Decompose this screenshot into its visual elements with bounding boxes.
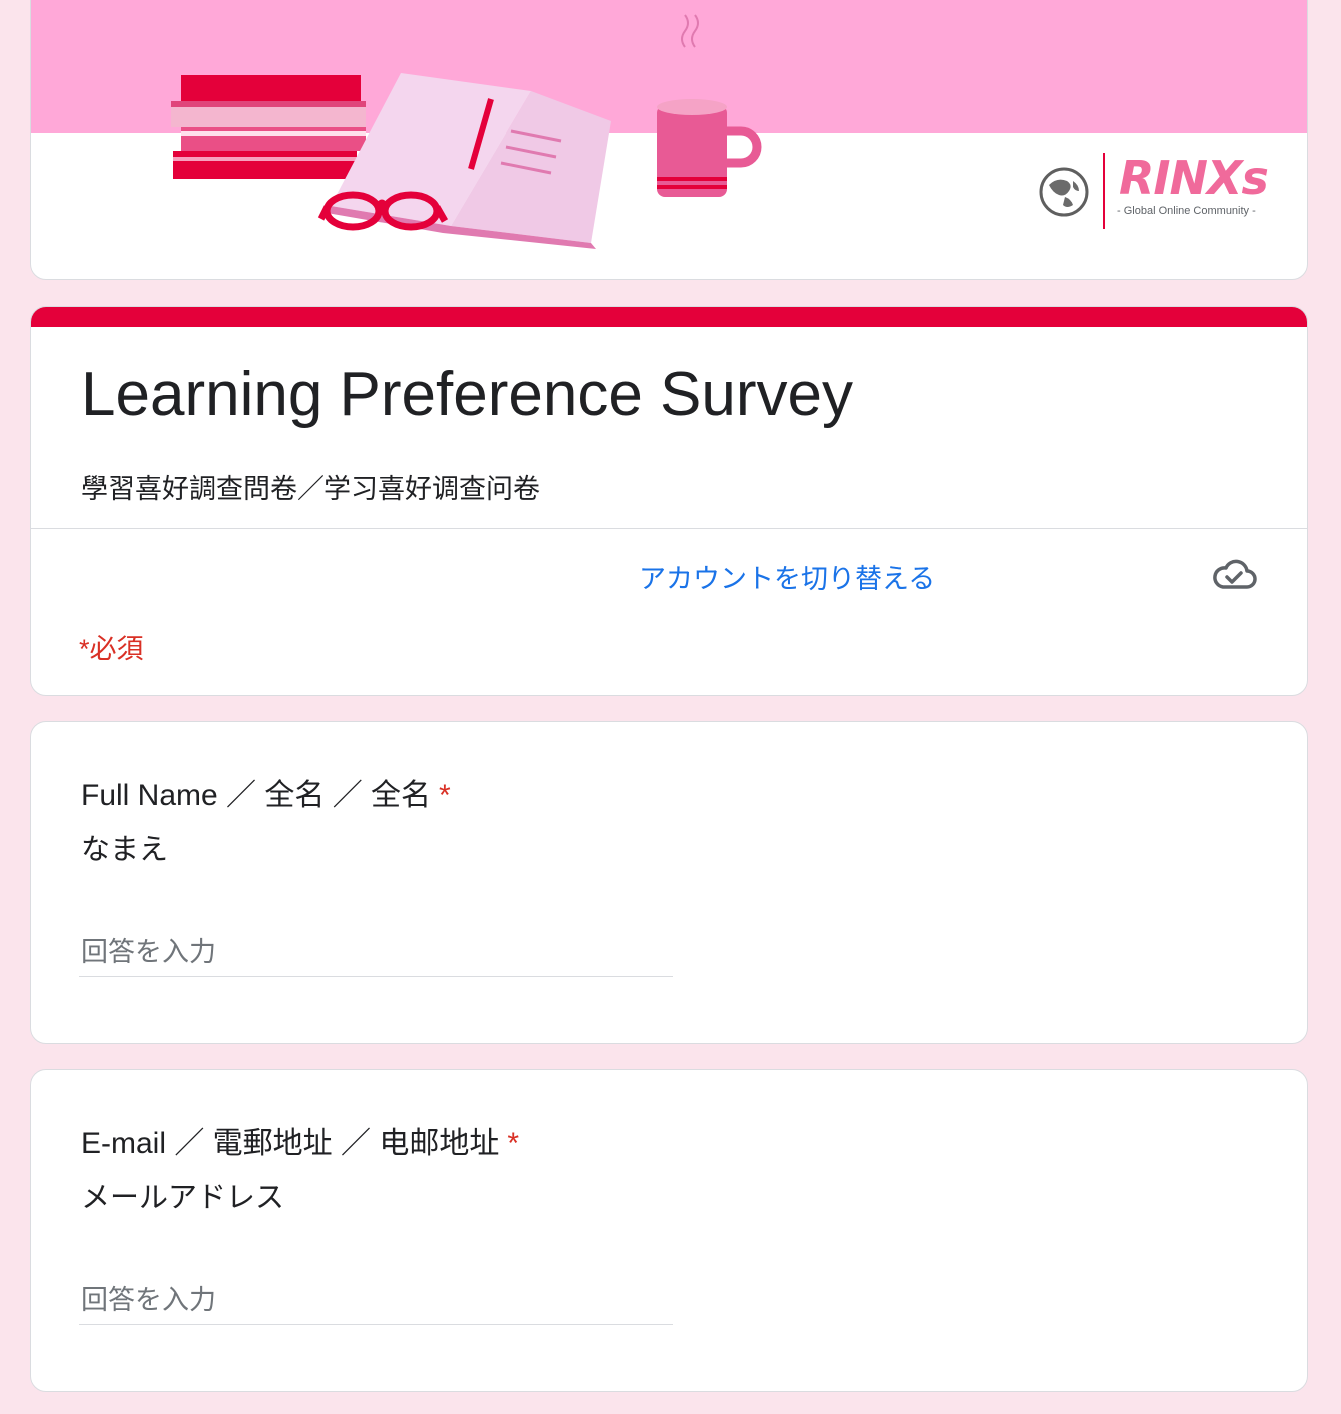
form-description: 學習喜好調查問卷／学习喜好调查问卷	[81, 474, 540, 504]
form-title-card: Learning Preference Survey 學習喜好調查問卷／学习喜好…	[30, 306, 1308, 696]
form-title: Learning Preference Survey	[81, 360, 854, 429]
logo-tagline: - Global Online Community -	[1117, 205, 1256, 217]
question-title: Full Name ／ 全名 ／ 全名	[81, 779, 432, 812]
question-full-name: Full Name ／ 全名 ／ 全名 * なまえ	[30, 721, 1308, 1044]
required-asterisk: *	[507, 1127, 520, 1160]
question-sublabel: なまえ	[81, 834, 169, 866]
required-asterisk: *	[439, 779, 451, 812]
rinxs-logo: RINXs - Global Online Community -	[1039, 149, 1269, 229]
logo-wordmark: RINXs	[1119, 151, 1269, 205]
books-illustration	[171, 75, 366, 179]
question-email: E-mail ／ 電郵地址 ／ 电邮地址 * メールアドレス	[30, 1069, 1308, 1392]
question-label: E-mail ／ 電郵地址 ／ 电邮地址 *	[81, 1124, 519, 1164]
globe-icon	[1039, 167, 1089, 217]
required-note: *必須	[79, 634, 144, 664]
mug-illustration	[657, 14, 762, 197]
question-label: Full Name ／ 全名 ／ 全名 *	[81, 776, 451, 816]
question-sublabel: メールアドレス	[81, 1182, 285, 1214]
divider	[31, 528, 1307, 529]
switch-account-link[interactable]: アカウントを切り替える	[639, 557, 935, 596]
question-title: E-mail ／ 電郵地址 ／ 电邮地址	[81, 1127, 500, 1160]
banner-illustration	[171, 14, 762, 249]
header-banner: RINXs - Global Online Community -	[30, 0, 1308, 280]
full-name-input[interactable]	[79, 928, 673, 977]
email-input[interactable]	[79, 1276, 673, 1325]
cloud-saved-icon	[1213, 559, 1257, 589]
logo-divider	[1103, 153, 1105, 229]
accent-bar	[31, 307, 1307, 327]
